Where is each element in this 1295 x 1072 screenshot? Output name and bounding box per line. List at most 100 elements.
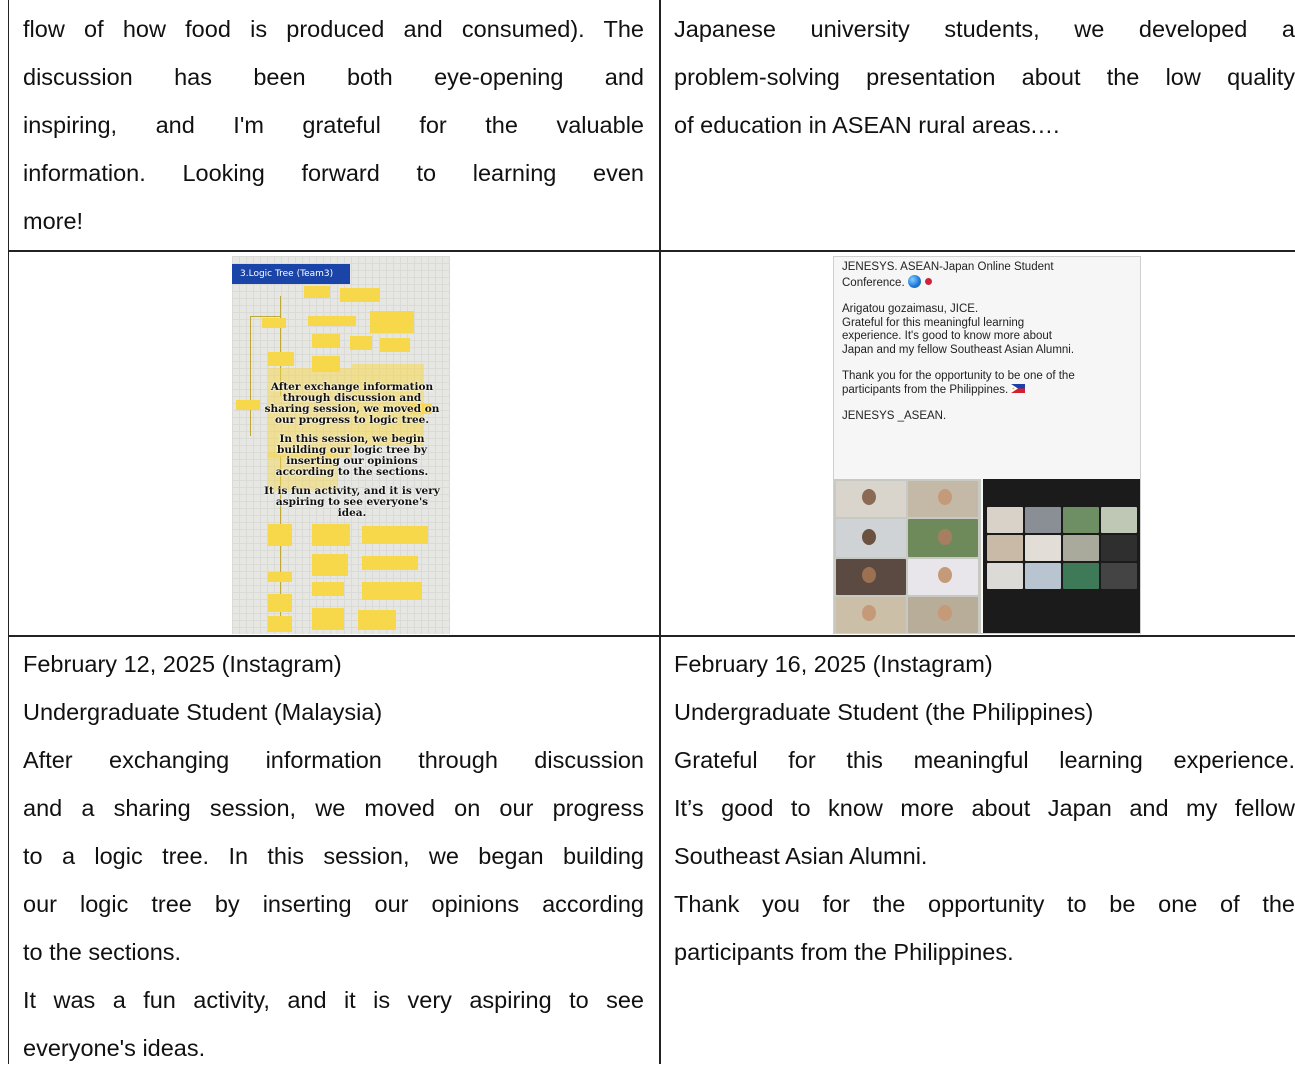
sticky-note	[268, 524, 292, 546]
text-line: Japanese university students, we develop…	[674, 16, 1295, 42]
sticky-note	[304, 286, 330, 298]
text-line: Southeast Asian Alumni.	[674, 843, 928, 869]
video-call-panel-right	[983, 479, 1140, 633]
participant-tile	[1025, 535, 1061, 561]
globe-icon	[907, 274, 921, 288]
post-line: Grateful for this meaningful learning	[842, 316, 1025, 329]
participant-tile	[836, 559, 906, 595]
post-tag: JENESYS _ASEAN.	[842, 410, 947, 422]
text-line: Grateful for this meaningful learning ex…	[674, 747, 1295, 773]
sticky-note	[268, 616, 292, 632]
text-line: It was a fun activity, and it is very as…	[23, 987, 644, 1013]
participant-tile	[987, 563, 1023, 589]
post-date: February 12, 2025 (Instagram)	[23, 651, 342, 677]
sticky-note	[262, 318, 286, 328]
sticky-note	[358, 610, 396, 630]
tree-connector	[250, 316, 251, 436]
participant-tile	[1025, 507, 1061, 533]
text-line: inspiring, and I'm grateful for the valu…	[23, 112, 644, 138]
left-top-text: flow of how food is produced and consume…	[23, 5, 644, 245]
caption-line: our progress to logic tree.	[274, 414, 429, 426]
text-line: of education in ASEAN rural areas.…	[674, 112, 1061, 138]
post-line: participants from the Philippines.	[842, 383, 1009, 396]
participant-tile	[836, 481, 906, 517]
sticky-note	[268, 572, 292, 582]
sticky-note	[312, 608, 344, 630]
text-line: everyone's ideas.	[23, 1035, 206, 1061]
post-line: Thank you for the opportunity to be one …	[842, 370, 1075, 382]
sticky-note	[236, 400, 260, 410]
text-line: Thank you for the opportunity to be one …	[674, 891, 1295, 917]
text-line: participants from the Philippines.	[674, 939, 1014, 965]
sticky-note	[312, 334, 340, 348]
text-line: more!	[23, 208, 84, 234]
left-bottom-text: February 12, 2025 (Instagram) Undergradu…	[23, 640, 644, 1072]
post-paragraph: Thank you for the opportunity to be one …	[842, 370, 1138, 397]
participant-tile	[1101, 563, 1137, 589]
sticky-note	[312, 524, 350, 546]
right-bottom-text: February 16, 2025 (Instagram) Undergradu…	[674, 640, 1295, 976]
row-divider-1	[9, 250, 1295, 252]
column-divider	[659, 0, 661, 1064]
sticky-note	[312, 554, 348, 576]
text-line: to the sections.	[23, 939, 182, 965]
caption-line: aspiring to see everyone's idea.	[275, 496, 429, 519]
post-author: Undergraduate Student (Malaysia)	[23, 699, 383, 725]
sticky-note	[362, 556, 418, 570]
caption-line: according to the sections.	[275, 466, 429, 478]
sticky-note	[312, 582, 344, 596]
sticky-note	[350, 336, 372, 350]
japan-flag-icon	[924, 277, 932, 285]
video-call-panel-left	[834, 479, 981, 633]
post-author: Undergraduate Student (the Philippines)	[674, 699, 1094, 725]
participant-tile	[908, 481, 978, 517]
instagram-post-image: JENESYS. ASEAN-Japan Online Student Conf…	[833, 256, 1141, 634]
text-line: and a sharing session, we moved on our p…	[23, 795, 644, 821]
participant-tile	[1025, 563, 1061, 589]
sticky-note	[340, 288, 380, 302]
post-paragraph: Arigatou gozaimasu, JICE. Grateful for t…	[842, 303, 1138, 357]
tree-connector	[250, 316, 280, 317]
text-line: After exchanging information through dis…	[23, 747, 644, 773]
sticky-note	[308, 316, 356, 326]
participant-tile	[987, 535, 1023, 561]
logic-tree-image: 3.Logic Tree (Team3) After exchange info…	[232, 256, 450, 634]
participant-tile	[1063, 535, 1099, 561]
post-title-line: Conference.	[842, 276, 905, 289]
text-line: It’s good to know more about Japan and m…	[674, 795, 1295, 821]
participant-tile	[908, 519, 978, 557]
sticky-note	[362, 582, 422, 600]
video-call-screenshots	[834, 479, 1140, 633]
logic-tree-caption: After exchange information through discu…	[262, 382, 442, 519]
participant-tile	[908, 559, 978, 595]
post-date: February 16, 2025 (Instagram)	[674, 651, 993, 677]
sticky-note	[380, 338, 410, 352]
post-caption: JENESYS. ASEAN-Japan Online Student Conf…	[842, 261, 1138, 437]
post-line: Arigatou gozaimasu, JICE.	[842, 303, 979, 315]
text-line: information. Looking forward to learning…	[23, 160, 644, 186]
logic-tree-header: 3.Logic Tree (Team3)	[232, 264, 350, 284]
participant-tile	[836, 597, 906, 633]
text-line: flow of how food is produced and consume…	[23, 16, 644, 42]
post-line: Japan and my fellow Southeast Asian Alum…	[842, 343, 1075, 356]
sticky-note	[362, 526, 428, 544]
participant-tile	[1101, 507, 1137, 533]
sticky-note	[268, 352, 294, 366]
participant-tile	[1063, 563, 1099, 589]
sticky-note	[268, 594, 292, 612]
sticky-note	[370, 311, 414, 333]
participant-tile	[1101, 535, 1137, 561]
row-divider-2	[9, 635, 1295, 637]
post-line: experience. It's good to know more about	[842, 330, 1052, 342]
right-top-text: Japanese university students, we develop…	[674, 5, 1295, 149]
text-line: discussion has been both eye-opening and	[23, 64, 644, 90]
participant-tile	[836, 519, 906, 557]
text-line: to a logic tree. In this session, we beg…	[23, 843, 644, 869]
testimonial-table: flow of how food is produced and consume…	[8, 0, 1295, 1064]
participant-tile	[1063, 507, 1099, 533]
post-title: JENESYS. ASEAN-Japan Online Student Conf…	[842, 261, 1138, 290]
text-line: problem-solving presentation about the l…	[674, 64, 1295, 90]
participant-tile	[987, 507, 1023, 533]
text-line: our logic tree by inserting our opinions…	[23, 891, 644, 917]
post-title-line: JENESYS. ASEAN-Japan Online Student	[842, 261, 1054, 273]
